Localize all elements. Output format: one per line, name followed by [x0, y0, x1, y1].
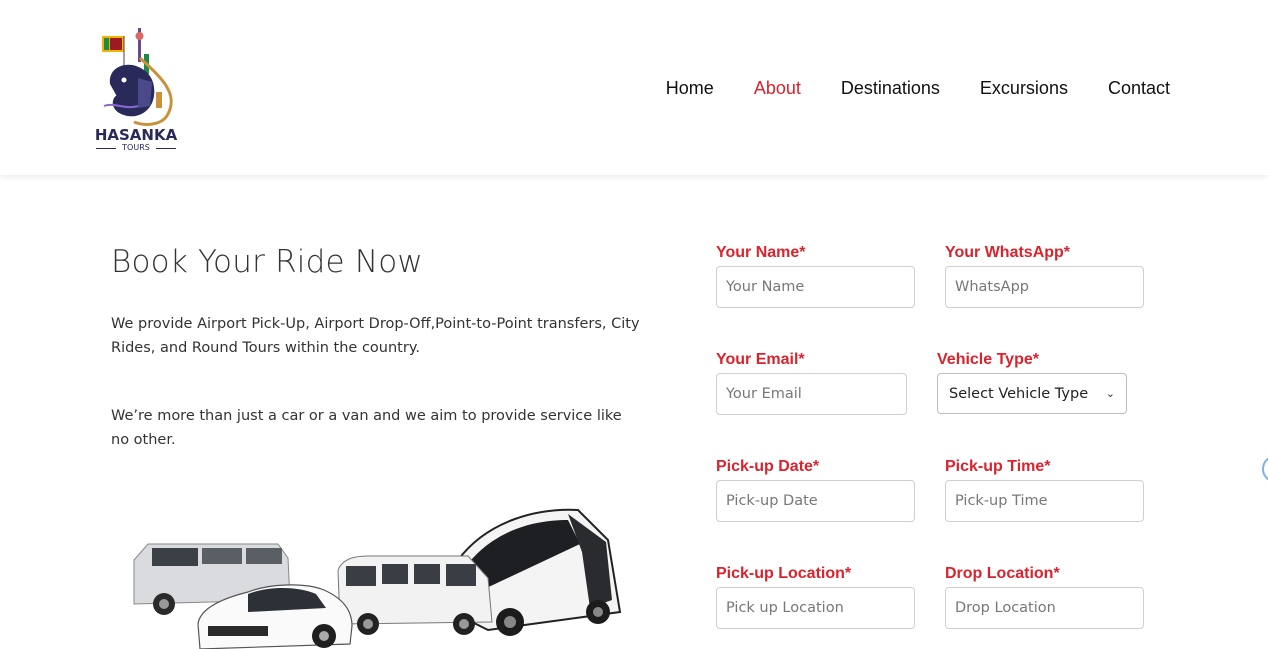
intro-paragraph-secondary: We’re more than just a car or a van and …	[111, 408, 622, 448]
vehicle-type-selected-value: Select Vehicle Type	[949, 385, 1089, 402]
whatsapp-label: Your WhatsApp*	[945, 244, 1071, 261]
drop-location-input[interactable]: Drop Location	[945, 587, 1144, 629]
logo-divider	[156, 148, 176, 149]
pickup-location-input[interactable]: Pick up Location	[716, 587, 915, 629]
nav-about[interactable]: About	[754, 77, 801, 99]
logo-wordmark: HASANKA	[94, 126, 178, 144]
pickup-location-field-group: Pick-up Location* Pick up Location	[716, 561, 915, 629]
pickup-date-field-group: Pick-up Date* Pick-up Date	[716, 454, 915, 522]
name-label: Your Name*	[716, 244, 806, 261]
nav-excursions[interactable]: Excursions	[980, 77, 1068, 99]
email-label: Your Email*	[716, 351, 805, 368]
site-logo[interactable]: HASANKA TOURS	[94, 22, 180, 154]
page-title: Book Your Ride Now	[111, 244, 423, 280]
whatsapp-field-group: Your WhatsApp* WhatsApp	[945, 240, 1144, 308]
pickup-time-field-group: Pick-up Time* Pick-up Time	[945, 454, 1144, 522]
chevron-down-icon: ⌄	[1105, 387, 1115, 400]
name-field-group: Your Name* Your Name	[716, 240, 915, 308]
pickup-date-label: Pick-up Date*	[716, 458, 820, 475]
pickup-date-input[interactable]: Pick-up Date	[716, 480, 915, 522]
main-nav: Home About Destinations Excursions Conta…	[626, 77, 1170, 99]
pickup-time-input[interactable]: Pick-up Time	[945, 480, 1144, 522]
name-input[interactable]: Your Name	[716, 266, 915, 308]
pickup-time-label: Pick-up Time*	[945, 458, 1051, 475]
vehicle-type-select[interactable]: Select Vehicle Type ⌄	[937, 373, 1127, 414]
nav-home[interactable]: Home	[666, 77, 714, 99]
vehicle-fleet-image	[128, 500, 638, 649]
site-header: HASANKA TOURS Home About Destinations Ex…	[0, 0, 1268, 175]
minibus-illustration	[337, 555, 493, 635]
intro-section: Book Your Ride Now We provide Airport Pi…	[111, 240, 641, 452]
email-input[interactable]: Your Email	[716, 373, 907, 415]
drop-location-label: Drop Location*	[945, 565, 1060, 582]
pickup-location-label: Pick-up Location*	[716, 565, 852, 582]
email-field-group: Your Email* Your Email	[716, 347, 907, 415]
vehicle-type-label: Vehicle Type*	[937, 351, 1039, 368]
logo-emblem-icon	[102, 28, 173, 126]
intro-paragraph: We provide Airport Pick-Up, Airport Drop…	[111, 316, 640, 356]
drop-location-field-group: Drop Location* Drop Location	[945, 561, 1144, 629]
floating-chat-button[interactable]	[1262, 455, 1268, 483]
vehicle-type-field-group: Vehicle Type* Select Vehicle Type ⌄	[937, 347, 1127, 414]
nav-destinations[interactable]: Destinations	[841, 77, 940, 99]
whatsapp-input[interactable]: WhatsApp	[945, 266, 1144, 308]
nav-contact[interactable]: Contact	[1108, 77, 1170, 99]
